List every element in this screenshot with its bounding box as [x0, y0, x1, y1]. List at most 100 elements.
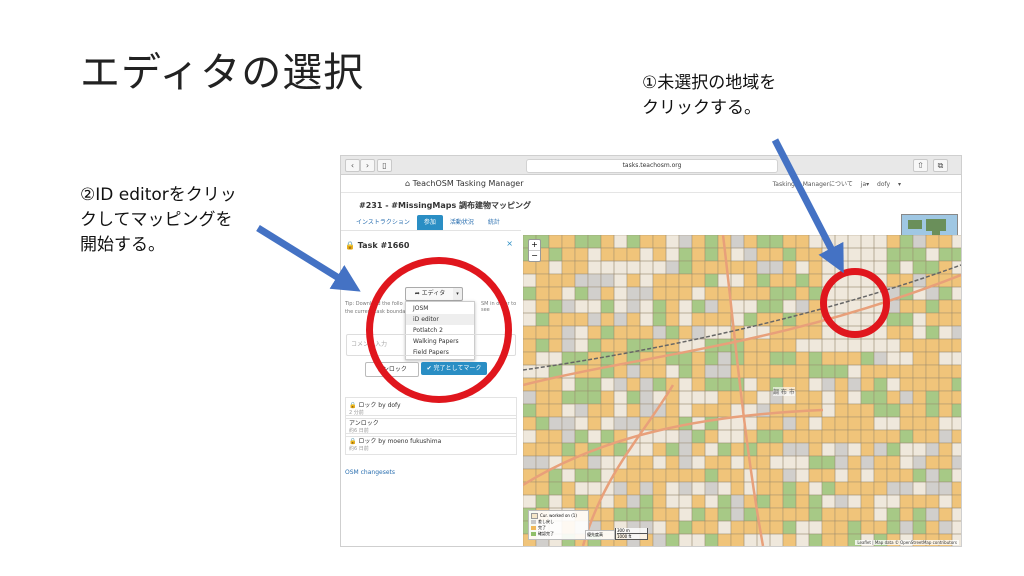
task-cell: [600, 390, 615, 405]
task-cell: [873, 235, 888, 249]
task-cell: [899, 494, 914, 509]
task-grid-map[interactable]: + − 調 布 市 Cur. worked on (1) 差し戻し 完了 確認完…: [523, 235, 961, 546]
task-cell: [652, 377, 667, 392]
task-cell: [808, 455, 823, 470]
task-cell: [938, 494, 953, 509]
task-cell: [574, 468, 589, 483]
zoom-out-button[interactable]: −: [529, 250, 540, 261]
task-cell: [873, 377, 888, 392]
legend-swatch: [531, 520, 536, 524]
header-menu[interactable]: Tasking Managerについて ja▾ dofy ▾: [773, 179, 901, 188]
task-cell: [769, 429, 784, 444]
tab-stats[interactable]: 統計: [481, 215, 507, 230]
task-cell: [613, 481, 628, 496]
task-cell: [639, 273, 654, 288]
task-cell: [639, 286, 654, 301]
task-cell: [886, 273, 901, 288]
share-icon[interactable]: ⇧: [913, 159, 928, 172]
task-cell: [769, 247, 784, 262]
task-cell: [834, 468, 849, 483]
tab-contribute[interactable]: 参加: [416, 215, 443, 230]
task-cell: [548, 481, 563, 496]
task-cell: [574, 235, 589, 249]
task-cell: [873, 455, 888, 470]
task-cell: [535, 299, 550, 314]
task-cell: [860, 520, 875, 535]
close-icon[interactable]: ×: [506, 239, 513, 248]
task-cell: [951, 377, 961, 392]
task-cell: [808, 533, 823, 546]
task-cell: [691, 481, 706, 496]
forward-icon[interactable]: ›: [360, 159, 375, 172]
task-cell: [847, 455, 862, 470]
task-cell: [704, 403, 719, 418]
tab-instructions[interactable]: インストラクション: [349, 215, 417, 230]
zoom-in-button[interactable]: +: [529, 240, 540, 250]
task-cell: [574, 429, 589, 444]
task-cell: [860, 377, 875, 392]
task-cell: [912, 325, 927, 340]
task-cell: [548, 442, 563, 457]
task-cell: [613, 403, 628, 418]
task-cell: [834, 455, 849, 470]
task-cell: [743, 390, 758, 405]
task-cell: [808, 390, 823, 405]
sidebar-icon[interactable]: ▯: [377, 159, 392, 172]
address-bar[interactable]: tasks.teachosm.org: [526, 159, 778, 173]
task-cell: [860, 507, 875, 522]
task-cell: [574, 390, 589, 405]
task-cell: [626, 403, 641, 418]
task-cell: [847, 481, 862, 496]
task-cell: [704, 494, 719, 509]
task-cell: [548, 429, 563, 444]
task-cell: [925, 364, 940, 379]
task-cell: [652, 325, 667, 340]
task-cell: [873, 403, 888, 418]
osm-changesets-link[interactable]: OSM changesets: [345, 469, 395, 476]
back-icon[interactable]: ‹: [345, 159, 360, 172]
task-cell: [600, 455, 615, 470]
tabs-icon[interactable]: ⧉: [933, 159, 948, 172]
task-cell: [912, 416, 927, 431]
task-cell: [860, 429, 875, 444]
task-cell: [574, 338, 589, 353]
task-cell: [600, 351, 615, 366]
task-cell: [821, 247, 836, 262]
task-cell: [717, 260, 732, 275]
task-cell: [899, 338, 914, 353]
task-cell: [665, 442, 680, 457]
task-cell: [834, 403, 849, 418]
task-cell: [743, 377, 758, 392]
task-cell: [951, 442, 961, 457]
task-cell: [873, 260, 888, 275]
task-cell: [691, 494, 706, 509]
task-cell: [769, 260, 784, 275]
task-cell: [523, 455, 537, 470]
task-cell: [717, 455, 732, 470]
task-cell: [821, 481, 836, 496]
tab-activity[interactable]: 活動状況: [443, 215, 481, 230]
task-cell: [535, 416, 550, 431]
task-cell: [730, 507, 745, 522]
slide-title: エディタの選択: [80, 50, 365, 96]
task-cell: [821, 338, 836, 353]
task-cell: [523, 429, 537, 444]
task-cell: [886, 403, 901, 418]
map-place-label: 調 布 市: [773, 387, 795, 396]
instruction-note-1: ①未選択の地域を クリックする。: [642, 73, 777, 118]
task-cell: [834, 377, 849, 392]
task-cell: [678, 442, 693, 457]
tab-bar: インストラクション 参加 活動状況 統計: [349, 215, 507, 230]
task-cell: [691, 533, 706, 546]
task-cell: [938, 416, 953, 431]
task-cell: [691, 520, 706, 535]
task-cell: [873, 390, 888, 405]
task-cell: [886, 455, 901, 470]
zoom-control[interactable]: + −: [528, 239, 541, 262]
task-grid[interactable]: [523, 235, 961, 546]
task-cell: [912, 260, 927, 275]
task-cell: [665, 468, 680, 483]
task-cell: [769, 364, 784, 379]
app-header: ⌂ TeachOSM Tasking Manager Tasking Manag…: [341, 175, 961, 193]
app-brand[interactable]: ⌂ TeachOSM Tasking Manager: [405, 179, 524, 188]
